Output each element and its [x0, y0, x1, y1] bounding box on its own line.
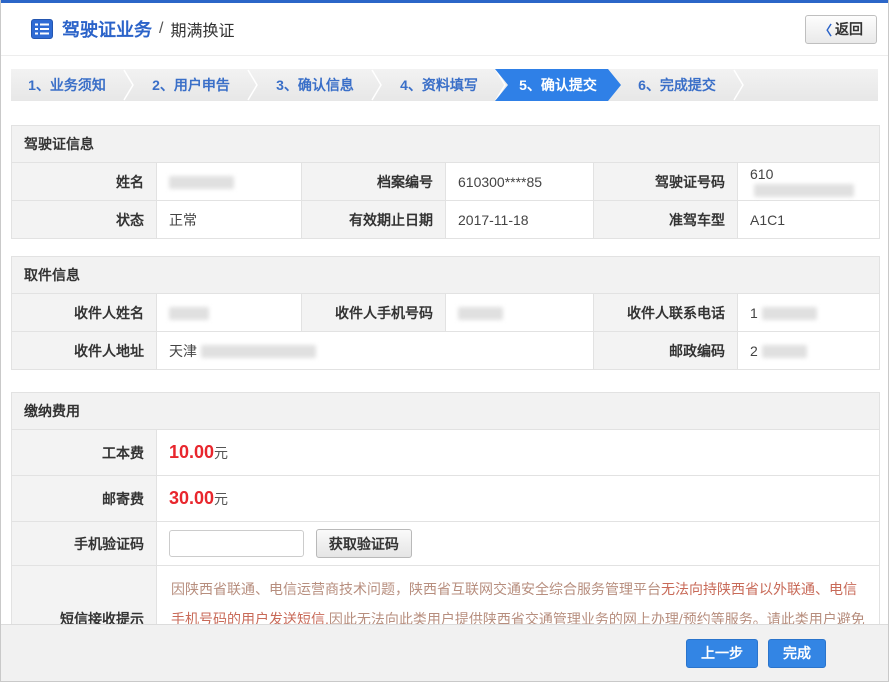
mailing-fee-value: 30.00元	[157, 476, 880, 522]
license-info-table: 驾驶证信息 姓名 档案编号 610300****85 驾驶证号码 610 状态 …	[11, 125, 880, 239]
recipient-mobile-value	[446, 294, 594, 332]
finish-button[interactable]: 完成	[768, 639, 826, 668]
sms-code-cell: 获取验证码	[157, 522, 880, 566]
production-fee-label: 工本费	[12, 430, 157, 476]
mailing-fee-amount: 30.00	[169, 488, 214, 508]
recipient-name-label: 收件人姓名	[12, 294, 157, 332]
license-no-value: 610	[738, 163, 880, 201]
step-6-complete-submit: 6、完成提交	[621, 69, 733, 101]
masked-value	[762, 345, 807, 358]
postal-code-value: 2	[738, 332, 880, 370]
license-no-label: 驾驶证号码	[594, 163, 738, 201]
file-no-value: 610300****85	[446, 163, 594, 201]
fees-section-title: 缴纳费用	[12, 393, 880, 430]
mailing-fee-label: 邮寄费	[12, 476, 157, 522]
step-2-user-declaration: 2、用户申告	[135, 69, 247, 101]
masked-value	[169, 307, 209, 320]
breadcrumb-current: 期满换证	[170, 17, 234, 41]
vehicle-class-label: 准驾车型	[594, 201, 738, 239]
status-value: 正常	[157, 201, 302, 239]
previous-step-button[interactable]: 上一步	[686, 639, 758, 668]
footer-action-bar: 上一步 完成	[1, 624, 888, 681]
breadcrumb-separator: /	[159, 20, 163, 38]
recipient-address-label: 收件人地址	[12, 332, 157, 370]
name-value	[157, 163, 302, 201]
file-no-label: 档案编号	[302, 163, 446, 201]
get-sms-code-button[interactable]: 获取验证码	[316, 529, 412, 558]
page-title: 驾驶证业务	[62, 16, 152, 42]
postal-code-label: 邮政编码	[594, 332, 738, 370]
sms-code-input[interactable]	[169, 530, 304, 557]
valid-until-label: 有效期止日期	[302, 201, 446, 239]
step-3-confirm-info: 3、确认信息	[259, 69, 371, 101]
masked-value	[458, 307, 503, 320]
status-label: 状态	[12, 201, 157, 239]
page: 驾驶证业务 / 期满换证 〈 返回 1、业务须知 2、用户申告 3、确认信息 4…	[0, 0, 889, 682]
step-progress-bar: 1、业务须知 2、用户申告 3、确认信息 4、资料填写 5、确认提交 6、完成提…	[11, 69, 878, 101]
recipient-phone-value: 1	[738, 294, 880, 332]
step-separator-icon	[371, 69, 383, 101]
recipient-address-value: 天津	[157, 332, 594, 370]
recipient-phone-label: 收件人联系电话	[594, 294, 738, 332]
valid-until-value: 2017-11-18	[446, 201, 594, 239]
step-4-fill-materials: 4、资料填写	[383, 69, 495, 101]
back-button-label: 返回	[835, 19, 863, 39]
masked-value	[201, 345, 316, 358]
chevron-left-icon: 〈	[819, 20, 832, 39]
license-section-title: 驾驶证信息	[12, 126, 880, 163]
production-fee-amount: 10.00	[169, 442, 214, 462]
header: 驾驶证业务 / 期满换证 〈 返回	[1, 3, 888, 56]
mailing-fee-unit: 元	[214, 491, 228, 507]
masked-value	[754, 184, 854, 197]
list-icon	[31, 19, 53, 39]
step-separator-icon	[733, 69, 745, 101]
pickup-info-table: 取件信息 收件人姓名 收件人手机号码 收件人联系电话 1 收件人地址 天津 邮政…	[11, 256, 880, 370]
name-label: 姓名	[12, 163, 157, 201]
recipient-mobile-label: 收件人手机号码	[302, 294, 446, 332]
recipient-name-value	[157, 294, 302, 332]
production-fee-unit: 元	[214, 445, 228, 461]
step-separator-icon	[247, 69, 259, 101]
sms-code-label: 手机验证码	[12, 522, 157, 566]
production-fee-value: 10.00元	[157, 430, 880, 476]
vehicle-class-value: A1C1	[738, 201, 880, 239]
step-1-business-notice: 1、业务须知	[11, 69, 123, 101]
back-button[interactable]: 〈 返回	[805, 15, 877, 44]
step-bar-filler	[745, 69, 878, 101]
masked-value	[762, 307, 817, 320]
step-5-confirm-submit-active: 5、确认提交	[495, 69, 621, 101]
pickup-section-title: 取件信息	[12, 257, 880, 294]
masked-value	[169, 176, 234, 189]
step-separator-icon	[123, 69, 135, 101]
sms-notice-part1: 因陕西省联通、电信运营商技术问题，陕西省互联网交通安全综合服务管理平台	[171, 581, 661, 597]
